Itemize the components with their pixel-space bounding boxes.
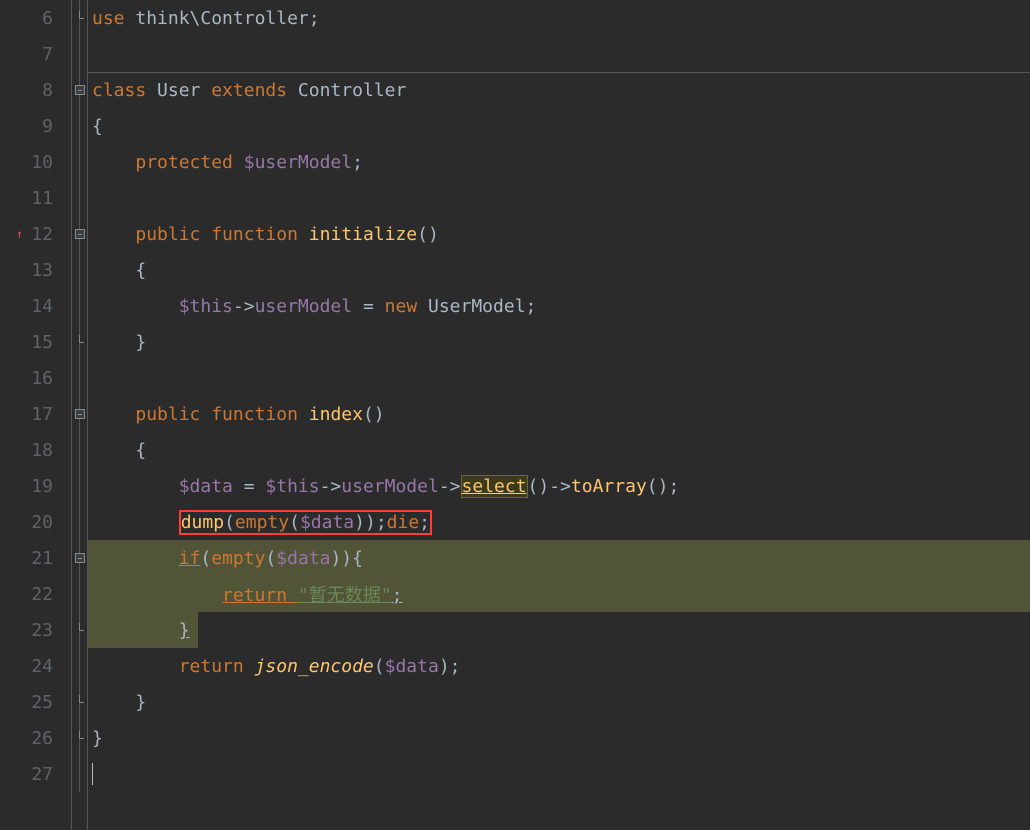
change-marker-icon[interactable] (2, 228, 14, 240)
fold-close-icon[interactable] (75, 697, 85, 707)
fold-open-icon[interactable] (75, 409, 85, 419)
code-line[interactable]: class User extends Controller (88, 72, 1030, 108)
line-number[interactable]: 20 (0, 504, 71, 540)
code-line[interactable]: protected $userModel; (88, 144, 1030, 180)
line-number[interactable]: 27 (0, 756, 71, 792)
code-line[interactable]: $data = $this->userModel->select()->toAr… (88, 468, 1030, 504)
code-line[interactable]: $this->userModel = new UserModel; (88, 288, 1030, 324)
code-line[interactable]: return "暂无数据"; (88, 576, 1030, 612)
code-line[interactable]: { (88, 252, 1030, 288)
code-line[interactable]: dump(empty($data));die; (88, 504, 1030, 540)
code-line[interactable]: } (88, 684, 1030, 720)
code-line[interactable] (88, 180, 1030, 216)
fold-open-icon[interactable] (75, 229, 85, 239)
line-number[interactable]: 21 (0, 540, 71, 576)
line-number-gutter: 6 7 8 9 10 11 ↑ 12 13 14 15 16 17 18 19 … (0, 0, 72, 830)
line-number[interactable]: 19 (0, 468, 71, 504)
code-line[interactable]: if(empty($data)){ (88, 540, 1030, 576)
line-number[interactable]: 15 (0, 324, 71, 360)
code-line[interactable]: } (88, 612, 1030, 648)
line-number[interactable]: 22 (0, 576, 71, 612)
highlighted-method: select (461, 475, 528, 498)
code-line[interactable]: } (88, 720, 1030, 756)
fold-open-icon[interactable] (75, 553, 85, 563)
code-line[interactable] (88, 756, 1030, 792)
text-caret (92, 763, 93, 785)
code-line[interactable] (88, 36, 1030, 72)
code-line[interactable]: return json_encode($data); (88, 648, 1030, 684)
fold-close-icon[interactable] (75, 13, 85, 23)
line-number[interactable]: 26 (0, 720, 71, 756)
code-line[interactable] (88, 360, 1030, 396)
code-editor: 6 7 8 9 10 11 ↑ 12 13 14 15 16 17 18 19 … (0, 0, 1030, 830)
code-line[interactable]: } (88, 324, 1030, 360)
line-number[interactable]: 17 (0, 396, 71, 432)
fold-close-icon[interactable] (75, 625, 85, 635)
code-line[interactable]: public function initialize() (88, 216, 1030, 252)
line-number[interactable]: 7 (0, 36, 71, 72)
fold-gutter (72, 0, 88, 830)
line-number[interactable]: 11 (0, 180, 71, 216)
fold-close-icon[interactable] (75, 733, 85, 743)
line-number[interactable]: ↑ 12 (0, 216, 71, 252)
code-line[interactable]: { (88, 432, 1030, 468)
line-number[interactable]: 13 (0, 252, 71, 288)
code-line[interactable]: { (88, 108, 1030, 144)
line-number[interactable]: 18 (0, 432, 71, 468)
line-number[interactable]: 8 (0, 72, 71, 108)
separator-line (88, 72, 1030, 73)
arrow-up-icon: ↑ (16, 227, 23, 241)
fold-close-icon[interactable] (75, 337, 85, 347)
line-number[interactable]: 6 (0, 0, 71, 36)
line-number[interactable]: 9 (0, 108, 71, 144)
code-line[interactable]: use think\Controller; (88, 0, 1030, 36)
code-line[interactable]: public function index() (88, 396, 1030, 432)
line-number[interactable]: 16 (0, 360, 71, 396)
annotation-box: dump(empty($data));die; (179, 510, 432, 535)
line-number[interactable]: 23 (0, 612, 71, 648)
line-number[interactable]: 25 (0, 684, 71, 720)
code-area[interactable]: use think\Controller; class User extends… (88, 0, 1030, 830)
fold-open-icon[interactable] (75, 85, 85, 95)
line-number[interactable]: 24 (0, 648, 71, 684)
line-number[interactable]: 10 (0, 144, 71, 180)
line-number[interactable]: 14 (0, 288, 71, 324)
